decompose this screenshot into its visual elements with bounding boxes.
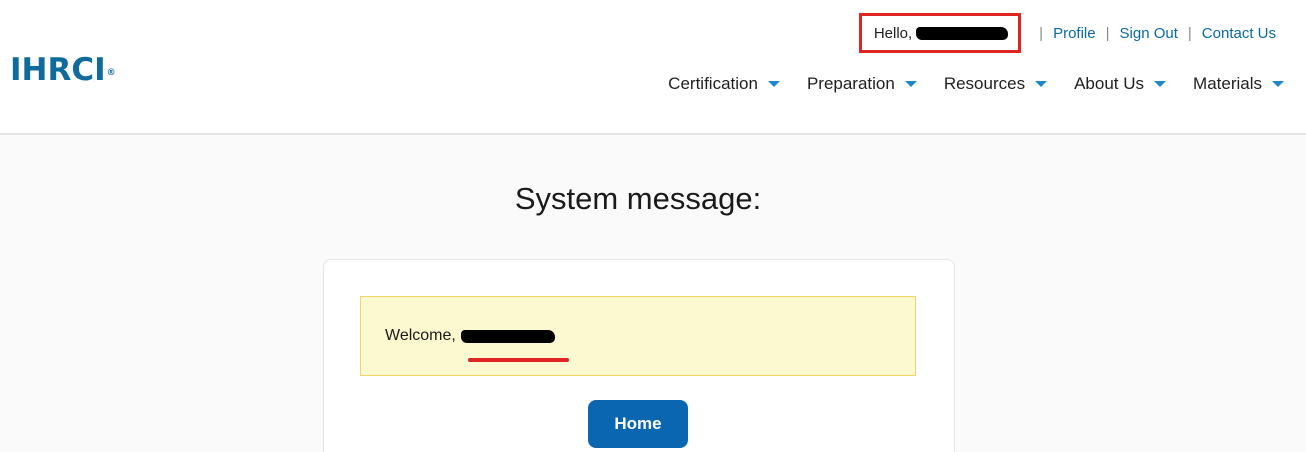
nav-item-label: About Us — [1074, 74, 1145, 93]
nav-item-about-us[interactable]: About Us — [1074, 74, 1167, 94]
caret-down-icon — [1154, 81, 1167, 87]
profile-link[interactable]: Profile — [1053, 25, 1096, 42]
page: IHRCI® Hello, | Profile | Sign Out | Con… — [0, 0, 1306, 452]
nav-item-resources[interactable]: Resources — [943, 74, 1048, 94]
message-card: Welcome, Home — [323, 259, 955, 452]
alert-text: Welcome, — [385, 327, 555, 345]
greeting-text: Hello, — [873, 24, 913, 42]
main-nav: Certification Preparation Resources Abou… — [641, 74, 1284, 94]
caret-down-icon — [767, 81, 780, 87]
caret-down-icon — [1035, 81, 1048, 87]
nav-item-label: Certification — [668, 74, 758, 93]
greeting-highlight-box: Hello, — [858, 13, 1022, 53]
separator: | — [1105, 24, 1110, 42]
site-logo[interactable]: IHRCI® — [10, 52, 116, 88]
logo-text: IHRCI — [10, 52, 106, 88]
annotation-underline — [468, 358, 569, 362]
contact-us-link[interactable]: Contact Us — [1202, 25, 1276, 42]
nav-item-label: Resources — [943, 74, 1026, 93]
welcome-alert: Welcome, — [360, 296, 916, 376]
redacted-username — [460, 329, 555, 343]
utility-nav: Hello, | Profile | Sign Out | Contact Us — [858, 13, 1276, 53]
nav-item-label: Materials — [1193, 74, 1262, 93]
main-content: System message: Welcome, Home — [0, 135, 1306, 452]
nav-item-certification[interactable]: Certification — [668, 74, 780, 94]
welcome-text: Welcome, — [385, 327, 456, 344]
separator: | — [1039, 24, 1044, 42]
separator: | — [1187, 24, 1192, 42]
nav-item-materials[interactable]: Materials — [1193, 74, 1284, 94]
nav-item-label: Preparation — [806, 74, 895, 93]
caret-down-icon — [904, 81, 917, 87]
sign-out-link[interactable]: Sign Out — [1120, 25, 1178, 42]
site-header: IHRCI® Hello, | Profile | Sign Out | Con… — [0, 0, 1306, 135]
nav-item-preparation[interactable]: Preparation — [807, 74, 917, 94]
registered-mark: ® — [106, 68, 116, 78]
home-button[interactable]: Home — [588, 400, 688, 448]
redacted-username — [916, 26, 1009, 40]
caret-down-icon — [1272, 81, 1284, 87]
page-title: System message: — [514, 181, 762, 216]
